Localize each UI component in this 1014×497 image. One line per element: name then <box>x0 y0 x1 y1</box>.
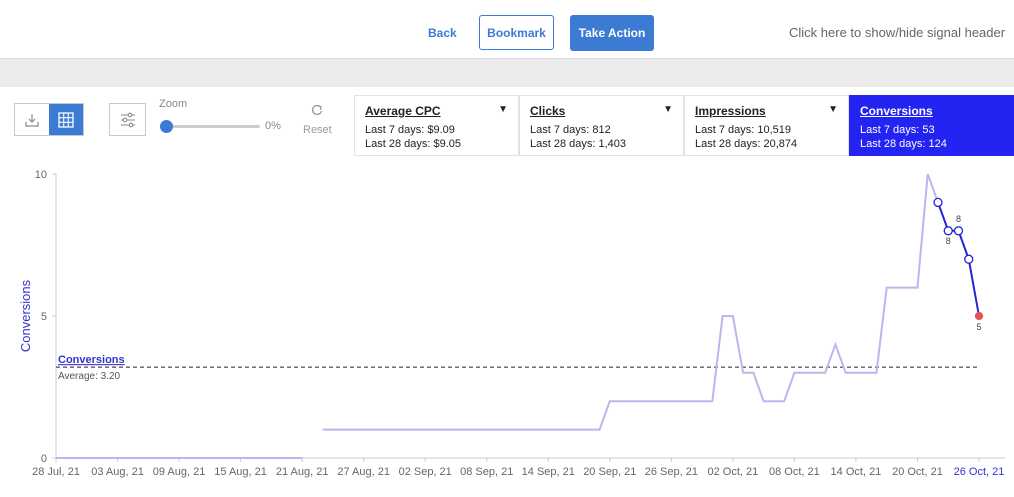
average-line-title: Conversions <box>58 354 125 366</box>
y-tick-label: 10 <box>35 169 47 181</box>
data-point <box>933 197 943 208</box>
signal-header-bar: Back Bookmark Take Action Click here to … <box>0 0 1014 59</box>
metric-card-average-cpc[interactable]: Average CPC ▼ Last 7 days: $9.09 Last 28… <box>354 95 519 156</box>
back-link[interactable]: Back <box>428 26 457 40</box>
toggle-signal-header-link[interactable]: Click here to show/hide signal header <box>789 25 1005 40</box>
x-tick-label: 08 Oct, 21 <box>769 466 820 478</box>
caret-down-icon[interactable]: ▼ <box>663 104 673 115</box>
zoom-value: 0% <box>265 120 281 132</box>
metric-last-7-days: Last 7 days: 812 <box>530 124 611 136</box>
metric-name: Average CPC <box>365 104 441 118</box>
chart-settings-button[interactable] <box>109 103 146 136</box>
bookmark-button[interactable]: Bookmark <box>479 15 554 50</box>
x-tick-label: 27 Aug, 21 <box>337 466 390 478</box>
metric-last-28-days: Last 28 days: 20,874 <box>695 138 798 150</box>
reset-label: Reset <box>303 124 332 136</box>
reset-button[interactable]: Reset <box>303 103 332 136</box>
x-tick-label: 02 Sep, 21 <box>399 466 452 478</box>
metric-name: Clicks <box>530 104 566 118</box>
data-point <box>964 254 974 264</box>
zoom-slider-handle[interactable] <box>160 120 173 133</box>
x-tick-label: 08 Sep, 21 <box>460 466 513 478</box>
data-point <box>943 226 953 236</box>
x-tick-label: 14 Sep, 21 <box>522 466 575 478</box>
metric-last-7-days: Last 7 days: 10,519 <box>695 124 792 136</box>
download-button[interactable] <box>15 104 49 135</box>
y-tick-label: 5 <box>41 311 47 323</box>
metric-name: Impressions <box>695 104 766 118</box>
x-tick-label: 26 Sep, 21 <box>645 466 698 478</box>
view-toggle <box>14 103 84 136</box>
x-tick-label: 15 Aug, 21 <box>214 466 267 478</box>
reset-icon <box>312 104 323 116</box>
x-tick-label: 20 Oct, 21 <box>892 466 943 478</box>
metric-last-28-days: Last 28 days: 1,403 <box>530 138 627 150</box>
x-tick-label: 14 Oct, 21 <box>831 466 882 478</box>
table-icon <box>58 111 74 128</box>
average-line-value: Average: 3.20 <box>58 371 121 382</box>
data-label: 8 <box>946 236 951 246</box>
metric-last-28-days: Last 28 days: $9.05 <box>365 138 462 150</box>
x-tick-label: 21 Aug, 21 <box>276 466 329 478</box>
x-tick-label: 09 Aug, 21 <box>153 466 206 478</box>
x-tick-label: 20 Sep, 21 <box>583 466 636 478</box>
metric-last-7-days: Last 7 days: $9.09 <box>365 124 455 136</box>
zoom-slider-track[interactable] <box>166 125 260 128</box>
metric-name: Conversions <box>860 104 933 118</box>
table-view-button[interactable] <box>49 104 83 135</box>
metric-card-conversions[interactable]: Conversions Last 7 days: 53 Last 28 days… <box>849 95 1014 156</box>
caret-down-icon[interactable]: ▼ <box>828 104 838 115</box>
metric-card-clicks[interactable]: Clicks ▼ Last 7 days: 812 Last 28 days: … <box>519 95 684 156</box>
data-point <box>974 311 984 321</box>
metric-card-impressions[interactable]: Impressions ▼ Last 7 days: 10,519 Last 2… <box>684 95 849 156</box>
metric-last-28-days: Last 28 days: 124 <box>860 138 947 150</box>
download-icon <box>25 113 39 127</box>
y-tick-label: 0 <box>41 453 47 465</box>
zoom-label: Zoom <box>159 98 188 110</box>
x-tick-label: 02 Oct, 21 <box>707 466 758 478</box>
x-tick-label: 03 Aug, 21 <box>91 466 144 478</box>
conversions-line-chart[interactable]: 0 5 10 Conversions 28 Jul, 21 03 Aug, 21 09 Au… <box>0 160 1014 497</box>
data-label: 8 <box>956 214 961 224</box>
data-point <box>953 226 964 236</box>
data-label: 5 <box>976 322 981 332</box>
caret-down-icon[interactable]: ▼ <box>498 104 508 115</box>
x-tick-label: 28 Jul, 21 <box>32 466 80 478</box>
y-axis-label: Conversions <box>18 279 33 352</box>
sliders-icon <box>120 112 135 127</box>
take-action-button[interactable]: Take Action <box>570 15 654 51</box>
x-tick-label: 26 Oct, 21 <box>954 466 1005 478</box>
series-line-history <box>322 173 939 431</box>
metric-last-7-days: Last 7 days: 53 <box>860 124 935 136</box>
header-divider-band <box>0 59 1014 87</box>
